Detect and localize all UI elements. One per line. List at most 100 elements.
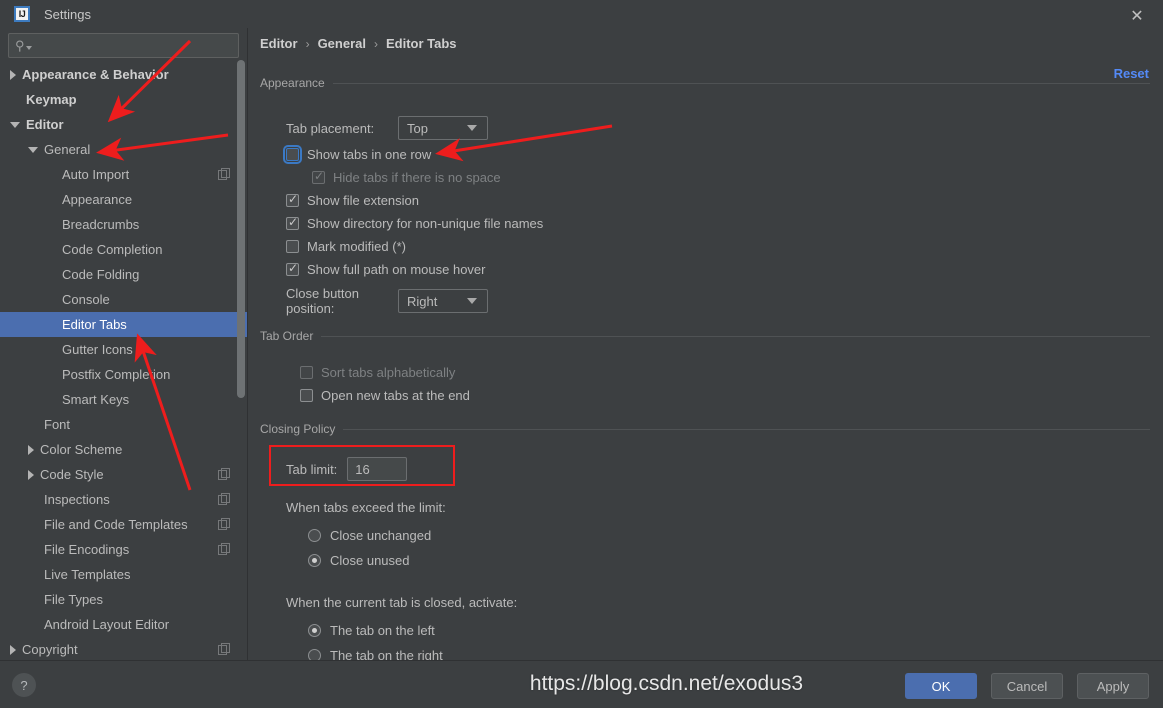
sidebar-item-console[interactable]: Console — [0, 287, 247, 312]
sidebar-item-general[interactable]: General — [0, 137, 247, 162]
sidebar-item-postfix-completion[interactable]: Postfix Completion — [0, 362, 247, 387]
search-box[interactable]: ⚲ — [8, 33, 239, 58]
breadcrumb-item-editor[interactable]: Editor — [260, 36, 298, 51]
chevron-down-icon[interactable] — [28, 146, 38, 153]
copy-settings-icon[interactable] — [218, 518, 231, 531]
tab-limit-input[interactable]: 16 — [347, 457, 408, 481]
checkbox-row-sort-tabs-alphabetically[interactable]: Sort tabs alphabetically — [286, 361, 786, 384]
sidebar-item-appearance-behavior[interactable]: Appearance & Behavior — [0, 62, 247, 87]
chevron-right-icon[interactable] — [10, 69, 16, 80]
chevron-down-icon — [25, 45, 32, 50]
sidebar-scrollbar[interactable] — [237, 28, 245, 626]
sidebar-item-label: Appearance & Behavior — [22, 67, 169, 82]
sidebar-item-color-scheme[interactable]: Color Scheme — [0, 437, 247, 462]
sidebar-item-label: Gutter Icons — [62, 342, 133, 357]
breadcrumb-separator: › — [373, 36, 378, 51]
sidebar-item-label: Auto Import — [62, 167, 130, 182]
tab-limit-label: Tab limit: — [286, 461, 338, 477]
close-button-position-select[interactable]: Right — [398, 289, 488, 313]
checkbox-label: Show tabs in one row — [307, 147, 432, 162]
exceed-limit-radio-group: Close unchanged Close unused — [286, 523, 908, 573]
closing-policy-group-label: Closing Policy — [260, 422, 336, 436]
sidebar-item-inspections[interactable]: Inspections — [0, 487, 247, 512]
chevron-down-icon[interactable] — [10, 121, 20, 128]
sidebar-item-editor[interactable]: Editor — [0, 112, 247, 137]
sidebar-item-editor-tabs[interactable]: Editor Tabs — [0, 312, 247, 337]
sidebar-item-keymap[interactable]: Keymap — [0, 87, 247, 112]
checkbox-row-show-directory-for-non-unique-file-names[interactable]: Show directory for non-unique file names — [286, 212, 926, 235]
sidebar-item-breadcrumbs[interactable]: Breadcrumbs — [0, 212, 247, 237]
checkbox-unchecked-icon[interactable] — [283, 145, 302, 164]
checkbox-checked-icon[interactable] — [286, 215, 299, 230]
search-input[interactable] — [35, 38, 232, 53]
settings-dialog: IJ Settings ✕ ⚲ Appearance & Behavior Key… — [0, 0, 1163, 708]
settings-tree[interactable]: Appearance & Behavior Keymap Editor General… — [0, 62, 247, 660]
sidebar-item-code-completion[interactable]: Code Completion — [0, 237, 247, 262]
copy-settings-icon[interactable] — [218, 643, 231, 656]
chevron-right-icon[interactable] — [28, 469, 34, 480]
sidebar-item-file-types[interactable]: File Types — [0, 587, 247, 612]
chevron-right-icon[interactable] — [28, 444, 34, 455]
checkbox-label: Show full path on mouse hover — [307, 262, 486, 277]
apply-button[interactable]: Apply — [1077, 673, 1149, 699]
checkbox-checked-icon — [312, 169, 325, 184]
checkbox-checked-icon[interactable] — [286, 192, 299, 207]
checkbox-label: Sort tabs alphabetically — [321, 365, 456, 380]
sidebar-item-smart-keys[interactable]: Smart Keys — [0, 387, 247, 412]
tab-placement-value: Top — [407, 120, 428, 136]
radio-unselected-icon[interactable] — [308, 529, 321, 542]
tab-order-group-title: Tab Order — [260, 329, 1150, 343]
group-divider-line — [332, 82, 1150, 84]
app-logo-icon: IJ — [14, 6, 30, 22]
radio-selected-icon[interactable] — [308, 624, 321, 637]
checkbox-row-mark-modified[interactable]: Mark modified (*) — [286, 235, 926, 258]
help-button[interactable]: ? — [12, 673, 36, 697]
tab-placement-select[interactable]: Top — [398, 116, 488, 140]
tab-placement-label: Tab placement: — [286, 120, 375, 136]
checkbox-label: Hide tabs if there is no space — [333, 170, 501, 185]
sidebar-item-label: File Types — [44, 592, 104, 607]
checkbox-row-show-file-extension[interactable]: Show file extension — [286, 189, 926, 212]
copy-settings-icon[interactable] — [218, 543, 231, 556]
breadcrumb-item-editor-tabs: Editor Tabs — [385, 36, 457, 51]
checkbox-row-open-new-tabs-at-the-end[interactable]: Open new tabs at the end — [286, 384, 786, 407]
tab-limit-row: Tab limit: 16 — [268, 452, 908, 486]
breadcrumb-item-general[interactable]: General — [318, 36, 366, 51]
copy-settings-icon[interactable] — [218, 468, 231, 481]
copy-settings-icon[interactable] — [218, 493, 231, 506]
checkbox-unchecked-icon[interactable] — [300, 389, 313, 402]
checkbox-label: Show directory for non-unique file names — [307, 216, 544, 231]
copy-settings-icon[interactable] — [218, 168, 231, 181]
checkbox-unchecked-icon[interactable] — [286, 240, 299, 253]
sidebar-item-android-layout-editor[interactable]: Android Layout Editor — [0, 612, 247, 637]
sidebar-item-code-style[interactable]: Code Style — [0, 462, 247, 487]
group-divider-line — [343, 428, 1150, 430]
sidebar-scrollbar-thumb[interactable] — [237, 60, 245, 398]
sidebar-item-font[interactable]: Font — [0, 412, 247, 437]
sidebar-item-file-and-code-templates[interactable]: File and Code Templates — [0, 512, 247, 537]
closing-policy-body: Tab limit: 16 When tabs exceed the limit… — [268, 452, 908, 668]
sidebar-item-live-templates[interactable]: Live Templates — [0, 562, 247, 587]
checkbox-row-hide-tabs-if-there-is-no-space[interactable]: Hide tabs if there is no space — [286, 166, 926, 189]
close-icon[interactable]: ✕ — [1127, 5, 1147, 25]
radio-row-close-unchanged[interactable]: Close unchanged — [308, 523, 908, 548]
checkbox-checked-icon[interactable] — [286, 261, 299, 276]
checkbox-label: Open new tabs at the end — [321, 388, 470, 403]
sidebar-item-label: Appearance — [62, 192, 133, 207]
sidebar-item-auto-import[interactable]: Auto Import — [0, 162, 247, 187]
radio-row-close-unused[interactable]: Close unused — [308, 548, 908, 573]
ok-button[interactable]: OK — [905, 673, 977, 699]
cancel-button[interactable]: Cancel — [991, 673, 1063, 699]
sidebar-item-file-encodings[interactable]: File Encodings — [0, 537, 247, 562]
sidebar-item-gutter-icons[interactable]: Gutter Icons — [0, 337, 247, 362]
radio-row-the-tab-on-the-left[interactable]: The tab on the left — [308, 618, 908, 643]
sidebar-item-code-folding[interactable]: Code Folding — [0, 262, 247, 287]
checkbox-row-show-full-path-on-mouse-hover[interactable]: Show full path on mouse hover — [286, 258, 926, 281]
chevron-right-icon[interactable] — [10, 644, 16, 655]
sidebar-item-copyright[interactable]: Copyright — [0, 637, 247, 660]
checkbox-label: Mark modified (*) — [307, 239, 406, 254]
sidebar-item-label: Smart Keys — [62, 392, 130, 407]
sidebar-item-appearance[interactable]: Appearance — [0, 187, 247, 212]
radio-selected-icon[interactable] — [308, 554, 321, 567]
checkbox-row-show-tabs-in-one-row[interactable]: Show tabs in one row — [283, 143, 926, 166]
